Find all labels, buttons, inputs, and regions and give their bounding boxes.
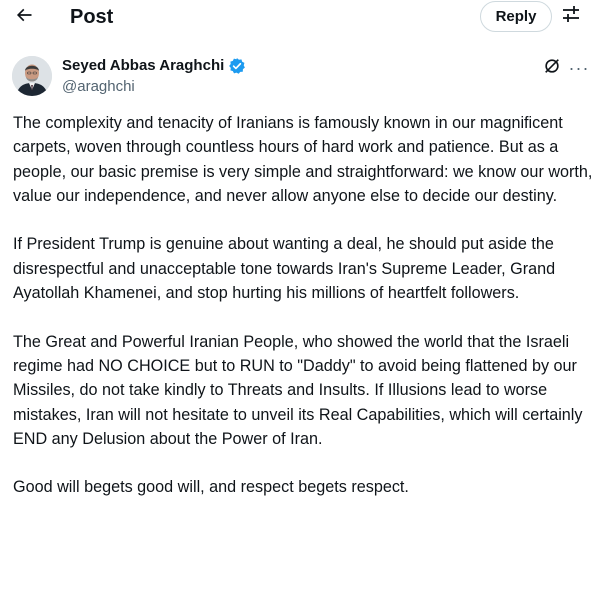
post-text: The complexity and tenacity of Iranians … bbox=[13, 111, 593, 500]
avatar[interactable] bbox=[12, 56, 52, 96]
author-handle[interactable]: @araghchi bbox=[62, 77, 135, 97]
post-header: Post Reply bbox=[0, 0, 600, 36]
grok-icon bbox=[543, 57, 561, 80]
post-paragraph: The complexity and tenacity of Iranians … bbox=[13, 114, 593, 205]
more-horizontal-icon: ··· bbox=[568, 57, 590, 78]
page-title: Post bbox=[70, 6, 114, 28]
more-button[interactable]: ··· bbox=[568, 58, 590, 78]
grok-button[interactable] bbox=[542, 58, 562, 78]
back-button[interactable] bbox=[10, 4, 38, 30]
arrow-left-icon bbox=[14, 5, 34, 30]
verified-badge-icon bbox=[228, 57, 246, 75]
sliders-icon bbox=[561, 4, 581, 29]
author-name[interactable]: Seyed Abbas Araghchi bbox=[62, 56, 246, 76]
reply-button[interactable]: Reply bbox=[480, 1, 552, 32]
author-name-text: Seyed Abbas Araghchi bbox=[62, 57, 225, 74]
post-paragraph: Good will begets good will, and respect … bbox=[13, 478, 409, 497]
post-paragraph: If President Trump is genuine about want… bbox=[13, 235, 556, 303]
sliders-button[interactable] bbox=[560, 4, 582, 28]
post-paragraph: The Great and Powerful Iranian People, w… bbox=[13, 332, 583, 448]
